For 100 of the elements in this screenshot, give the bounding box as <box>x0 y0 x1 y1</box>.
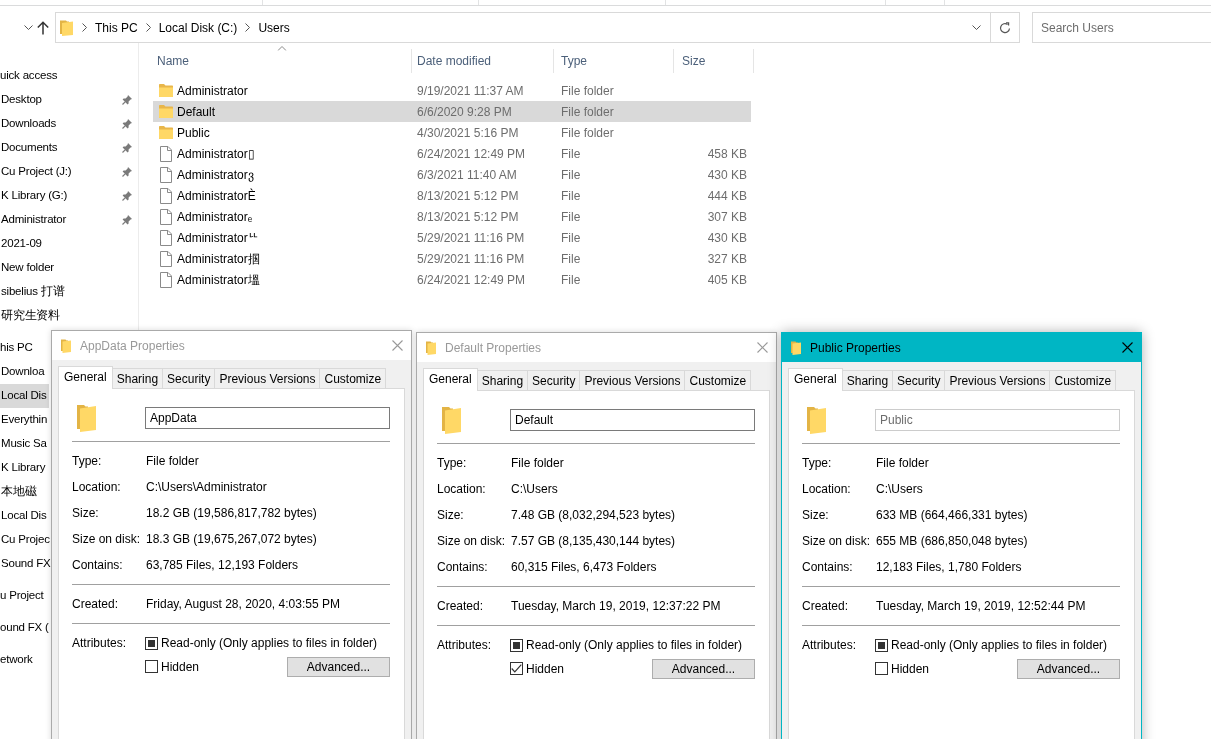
column-header[interactable]: Name <box>153 49 412 73</box>
field-label: Size on disk: <box>802 533 872 550</box>
folder-icon <box>77 404 96 432</box>
breadcrumb-item[interactable]: Users <box>254 13 294 42</box>
nav-item[interactable]: sibelius 打谱 <box>0 280 67 304</box>
chevron-down-icon[interactable] <box>24 25 33 30</box>
name-field[interactable]: AppData <box>145 407 390 429</box>
nav-item[interactable]: u Project <box>0 584 46 608</box>
nav-item[interactable]: Downloa <box>0 360 47 384</box>
field-label: Type: <box>802 455 833 472</box>
field-label: Attributes: <box>72 635 128 652</box>
field-label: Type: <box>72 453 103 470</box>
field-value: 7.57 GB (8,135,430,144 bytes) <box>511 533 676 550</box>
date-modified: 4/30/2021 5:16 PM <box>417 125 519 140</box>
breadcrumb-item[interactable]: Local Disk (C:) <box>154 13 242 42</box>
nav-item[interactable]: Documents <box>0 136 132 160</box>
field-label: Size: <box>802 507 830 524</box>
checkbox[interactable] <box>145 636 158 650</box>
tab[interactable]: Customize <box>320 368 387 388</box>
advanced-button[interactable]: Advanced... <box>652 658 755 679</box>
nav-item[interactable]: Downloads <box>0 112 132 136</box>
date-modified: 9/19/2021 11:37 AM <box>417 83 524 98</box>
tab[interactable]: Security <box>163 368 216 388</box>
file-row[interactable]: Default 6/6/2020 9:28 PM File folder <box>153 101 751 122</box>
tab[interactable]: Security <box>893 370 946 390</box>
nav-item[interactable]: Cu Project (J:) <box>0 160 132 184</box>
column-header[interactable]: Date modified <box>412 49 554 73</box>
checkbox[interactable] <box>510 662 523 675</box>
tab[interactable]: Sharing <box>477 370 529 390</box>
nav-item[interactable]: Cu Projec <box>0 528 52 552</box>
tab[interactable]: General <box>788 368 843 391</box>
pin-icon[interactable] <box>122 143 132 153</box>
field-value: 63,785 Files, 12,193 Folders <box>146 557 299 574</box>
field-label: Created: <box>72 596 120 613</box>
tab[interactable]: General <box>423 368 478 391</box>
close-icon[interactable] <box>1122 342 1133 353</box>
file-type: File folder <box>561 125 614 140</box>
nav-item[interactable]: K Library (G:) <box>0 184 132 208</box>
pin-icon[interactable] <box>122 95 132 105</box>
pin-icon[interactable] <box>122 119 132 129</box>
nav-item[interactable]: uick access <box>0 64 60 88</box>
breadcrumb-item[interactable]: This PC <box>91 13 142 42</box>
folder-icon <box>159 126 173 139</box>
address-bar[interactable]: This PC Local Disk (C:) Users <box>55 12 1020 43</box>
column-header[interactable]: Size <box>674 49 754 73</box>
field-value: File folder <box>511 455 564 472</box>
nav-item[interactable]: K Library <box>0 456 48 480</box>
nav-item[interactable]: Everythin <box>0 408 50 432</box>
nav-item[interactable]: ound FX ( <box>0 616 51 640</box>
checkbox-label: Read-only (Only applies to files in folder) <box>526 637 743 654</box>
file-name: Administrator掴 <box>177 250 260 268</box>
checkbox[interactable] <box>875 638 888 652</box>
nav-item[interactable]: Music Sa <box>0 432 49 456</box>
field-label: Attributes: <box>802 637 858 654</box>
pin-icon[interactable] <box>122 167 132 177</box>
checkbox[interactable] <box>145 660 158 673</box>
nav-item[interactable]: Administrator <box>0 208 132 232</box>
pin-icon[interactable] <box>122 191 132 201</box>
tab[interactable]: Security <box>528 370 581 390</box>
name-field[interactable]: Default <box>510 409 755 431</box>
tab[interactable]: Previous Versions <box>215 368 321 388</box>
tab[interactable]: Sharing <box>112 368 164 388</box>
nav-item[interactable]: etwork <box>0 648 35 672</box>
chevron-down-icon[interactable] <box>972 25 981 30</box>
folder-icon <box>159 84 173 97</box>
advanced-button[interactable]: Advanced... <box>287 656 390 677</box>
nav-item[interactable]: his PC <box>0 336 35 360</box>
nav-item[interactable]: Local Dis <box>0 504 49 528</box>
search-field[interactable]: Search Users <box>1032 12 1211 43</box>
nav-item[interactable]: Desktop <box>0 88 132 112</box>
tab[interactable]: Previous Versions <box>580 370 686 390</box>
file-size: 430 KB <box>707 230 747 245</box>
tab[interactable]: Customize <box>685 370 752 390</box>
tab[interactable]: Sharing <box>842 370 894 390</box>
file-type: File folder <box>561 104 614 119</box>
up-arrow-icon[interactable] <box>37 20 49 35</box>
tab[interactable]: Previous Versions <box>945 370 1051 390</box>
tab[interactable]: General <box>58 366 113 389</box>
checkbox[interactable] <box>875 662 888 675</box>
nav-item[interactable]: Sound FX <box>0 552 53 576</box>
nav-item[interactable]: 研究生资料 <box>0 304 62 328</box>
checkbox-label: Read-only (Only applies to files in folder) <box>891 637 1108 654</box>
file-type: File <box>561 209 581 224</box>
file-icon <box>160 208 172 225</box>
checkbox[interactable] <box>510 638 523 652</box>
nav-item[interactable]: 2021-09 <box>0 232 44 256</box>
tab[interactable]: Customize <box>1050 370 1117 390</box>
column-header[interactable]: Type <box>554 49 674 73</box>
field-value: C:\Users <box>511 481 558 498</box>
field-label: Attributes: <box>437 637 493 654</box>
date-modified: 8/13/2021 5:12 PM <box>417 188 519 203</box>
nav-item[interactable]: New folder <box>0 256 56 280</box>
nav-item[interactable]: Local Dis <box>0 384 49 408</box>
file-name: Default <box>177 103 216 121</box>
window-title: Default Properties <box>445 339 542 357</box>
pin-icon[interactable] <box>122 215 132 225</box>
field-value: Tuesday, March 19, 2019, 12:52:44 PM <box>876 598 1086 615</box>
file-type: File <box>561 272 581 287</box>
advanced-button[interactable]: Advanced... <box>1017 658 1120 679</box>
nav-item[interactable]: 本地磁 <box>0 480 39 504</box>
